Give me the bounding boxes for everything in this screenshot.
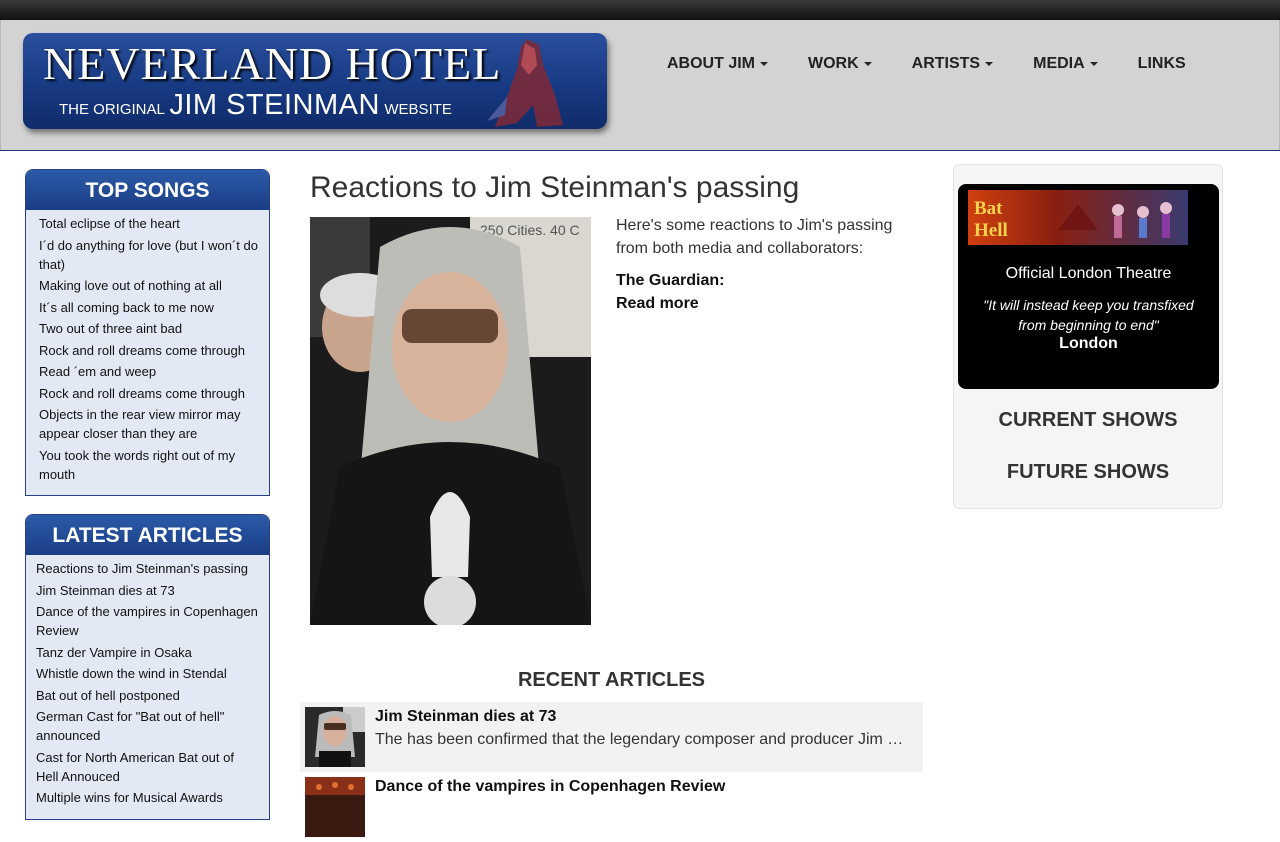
show-city: London [1059,335,1118,352]
song-item[interactable]: Rock and roll dreams come through [39,383,259,405]
article-item[interactable]: German Cast for "Bat out of hell" announ… [36,706,259,747]
nav-about-jim-label: ABOUT JIM [667,55,755,72]
future-shows-link[interactable]: FUTURE SHOWS [954,461,1222,484]
current-shows-link[interactable]: CURRENT SHOWS [954,409,1222,432]
article-item[interactable]: Reactions to Jim Steinman's passing [36,558,259,580]
article-item[interactable]: Bat out of hell postponed [36,685,259,707]
song-item[interactable]: I´d do anything for love (but I won´t do… [39,235,259,276]
recent-article-item[interactable]: Jim Steinman dies at 73 The has been con… [300,702,923,772]
article-item[interactable]: Multiple wins for Musical Awards [36,787,259,809]
latest-articles-list: Reactions to Jim Steinman's passing Jim … [26,555,269,819]
top-songs-heading: TOP SONGS [26,170,269,210]
recent-article-item[interactable]: Dance of the vampires in Copenhagen Revi… [300,772,923,842]
thumbnail-image [305,707,365,767]
recent-article-excerpt: The has been confirmed that the legendar… [375,731,905,748]
nav-media[interactable]: MEDIA [1013,44,1118,84]
song-item[interactable]: Making love out of nothing at all [39,275,259,297]
logo-title: NEVERLAND HOTEL [43,38,502,89]
nav-about-jim[interactable]: ABOUT JIM [647,44,788,84]
article-intro: Here's some reactions to Jim's passing f… [616,217,893,257]
article-item[interactable]: Jim Steinman dies at 73 [36,580,259,602]
song-item[interactable]: Two out of three aint bad [39,318,259,340]
portrait-image: 250 Cities. 40 C [310,217,591,625]
logo-sub-small-1: THE ORIGINAL [59,101,165,118]
shows-aside: Bat Hell Official London Theatre "It wil… [953,164,1223,509]
source-label: The Guardian: [616,272,725,289]
page-title: Reactions to Jim Steinman's passing [310,171,800,204]
chevron-down-icon [760,61,768,66]
chevron-down-icon [1089,61,1098,66]
logo-figure-icon [487,39,563,127]
main-nav: ABOUT JIM WORK ARTISTS MEDIA LINKS [647,44,1206,84]
show-card[interactable]: Bat Hell Official London Theatre "It wil… [958,184,1219,389]
nav-links-label: LINKS [1137,55,1186,72]
recent-article-thumbnail [305,707,365,767]
show-name: Official London Theatre [1005,265,1172,282]
recent-article-title: Dance of the vampires in Copenhagen Revi… [375,778,726,795]
song-item[interactable]: Objects in the rear view mirror may appe… [39,404,259,445]
article-item[interactable]: Dance of the vampires in Copenhagen Revi… [36,601,259,642]
article-photo: 250 Cities. 40 C [310,217,591,625]
nav-artists[interactable]: ARTISTS [892,44,1013,84]
song-item[interactable]: It´s all coming back to me now [39,297,259,319]
nav-media-label: MEDIA [1033,55,1085,72]
banner-image: Bat Hell [968,190,1188,245]
top-strip [0,0,1280,20]
show-quote: "It will instead keep you transfixed fro… [983,297,1194,333]
top-songs-list: Total eclipse of the heart I´d do anythi… [26,210,269,495]
logo-sub-big: JIM STEINMAN [169,89,380,121]
nav-work[interactable]: WORK [788,44,892,84]
chevron-down-icon [985,61,994,66]
song-item[interactable]: Total eclipse of the heart [39,213,259,235]
site-header: NEVERLAND HOTEL THE ORIGINAL JIM STEINMA… [0,20,1280,151]
sidebar: TOP SONGS Total eclipse of the heart I´d… [25,169,270,838]
nav-links[interactable]: LINKS [1118,44,1206,84]
nav-work-label: WORK [808,55,859,72]
nav-artists-label: ARTISTS [911,55,981,72]
article-item[interactable]: Cast for North American Bat out of Hell … [36,747,259,788]
logo-subtitle: THE ORIGINAL JIM STEINMAN WEBSITE [59,89,452,122]
top-songs-panel: TOP SONGS Total eclipse of the heart I´d… [25,169,270,496]
article-item[interactable]: Tanz der Vampire in Osaka [36,642,259,664]
read-more-link[interactable]: Read more [616,292,699,315]
show-banner-image: Bat Hell [968,190,1188,245]
banner-text: Bat [974,198,1003,219]
recent-article-thumbnail [305,777,365,837]
main-content: Reactions to Jim Steinman's passing 250 … [300,164,923,842]
latest-articles-heading: LATEST ARTICLES [26,515,269,555]
logo-sub-small-2: WEBSITE [384,101,452,118]
thumbnail-image [305,777,365,837]
latest-articles-panel: LATEST ARTICLES Reactions to Jim Steinma… [25,514,270,820]
recent-articles-heading: RECENT ARTICLES [517,669,706,691]
article-item[interactable]: Whistle down the wind in Stendal [36,663,259,685]
song-item[interactable]: Read ´em and weep [39,361,259,383]
song-item[interactable]: Rock and roll dreams come through [39,340,259,362]
song-item[interactable]: You took the words right out of my mouth [39,445,259,486]
chevron-down-icon [863,61,872,66]
recent-article-title: Jim Steinman dies at 73 [375,708,557,725]
svg-text:Hell: Hell [974,220,1008,241]
site-logo[interactable]: NEVERLAND HOTEL THE ORIGINAL JIM STEINMA… [23,33,607,129]
